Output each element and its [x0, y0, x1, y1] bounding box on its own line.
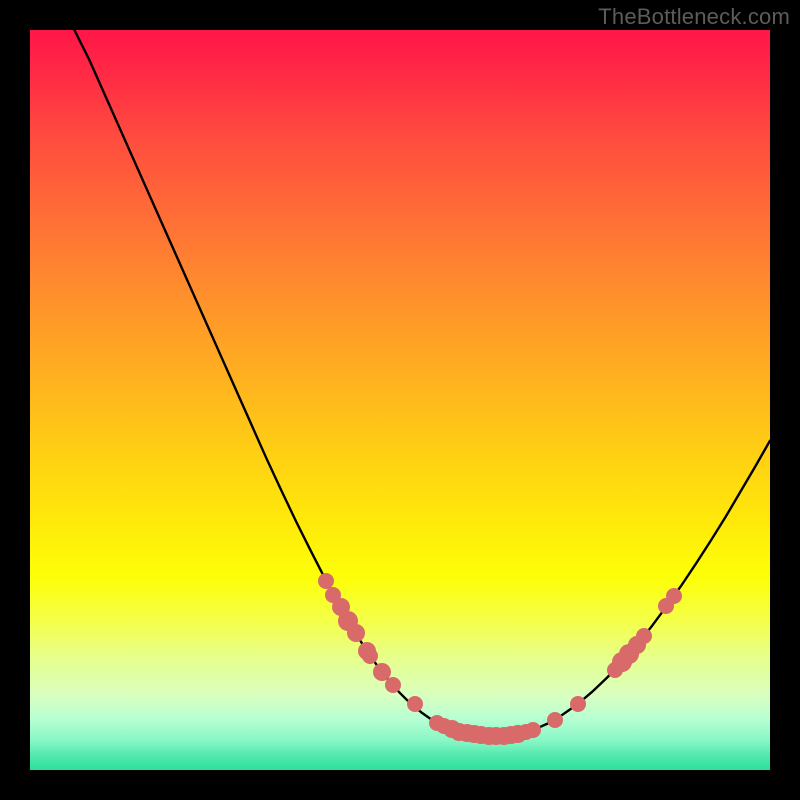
curve-marker [666, 588, 682, 604]
curve-marker [570, 696, 586, 712]
plot-area [30, 30, 770, 770]
curve-marker [547, 712, 563, 728]
bottleneck-curve [74, 30, 770, 736]
curve-marker [362, 648, 378, 664]
curve-marker [347, 624, 365, 642]
curve-marker [636, 628, 652, 644]
curve-marker [385, 677, 401, 693]
watermark-label: TheBottleneck.com [598, 4, 790, 30]
curve-marker [525, 722, 541, 738]
curve-layer [30, 30, 770, 770]
curve-marker [407, 696, 423, 712]
chart-frame: TheBottleneck.com [0, 0, 800, 800]
